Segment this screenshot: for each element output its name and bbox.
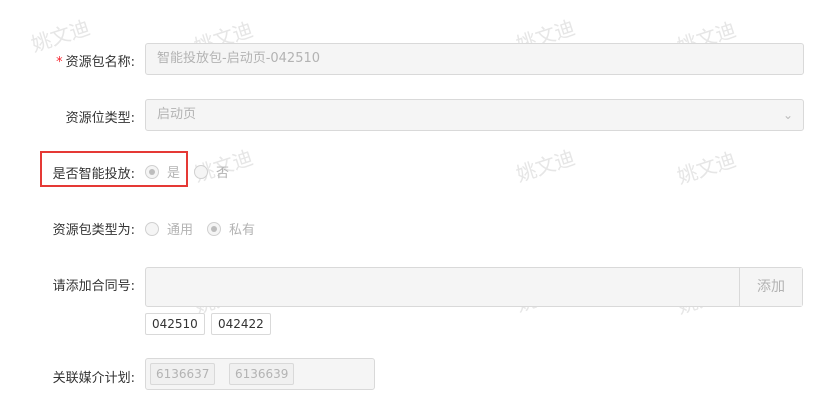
radio-unchecked-icon bbox=[145, 221, 159, 236]
package-name-value: 智能投放包-启动页-042510 bbox=[157, 51, 321, 66]
smart-delivery-radio-group: 是 否 bbox=[145, 162, 243, 181]
smart-delivery-no-radio[interactable]: 否 bbox=[194, 162, 229, 181]
slot-type-select[interactable]: 启动页 ⌄ bbox=[145, 99, 804, 131]
package-type-private-radio[interactable]: 私有 bbox=[207, 219, 255, 238]
radio-checked-icon bbox=[207, 221, 222, 236]
media-plan-tag: 6136639 bbox=[229, 363, 295, 385]
watermark: 姚文迪 bbox=[674, 147, 739, 189]
contract-tag[interactable]: 042510 bbox=[145, 313, 205, 335]
package-type-general-label: 通用 bbox=[167, 223, 194, 238]
chevron-down-icon: ⌄ bbox=[782, 108, 793, 122]
media-plan-field[interactable]: 6136637 6136639 bbox=[145, 358, 375, 390]
package-type-private-label: 私有 bbox=[229, 223, 256, 238]
add-contract-button[interactable]: 添加 bbox=[739, 268, 802, 306]
package-type-radio-group: 通用 私有 bbox=[145, 219, 269, 238]
smart-delivery-yes-radio[interactable]: 是 bbox=[145, 162, 180, 181]
slot-type-value: 启动页 bbox=[157, 107, 197, 122]
watermark: 姚文迪 bbox=[513, 145, 578, 187]
package-type-label: 资源包类型为: bbox=[52, 223, 135, 238]
media-plan-tag: 6136637 bbox=[150, 363, 216, 385]
radio-checked-icon bbox=[145, 164, 159, 179]
contract-label: 请添加合同号: bbox=[52, 279, 135, 294]
radio-unchecked-icon bbox=[194, 164, 209, 179]
media-plan-label: 关联媒介计划: bbox=[52, 371, 135, 386]
contract-tag[interactable]: 042422 bbox=[211, 313, 271, 335]
slot-type-label: 资源位类型: bbox=[65, 111, 135, 126]
package-name-input[interactable]: 智能投放包-启动页-042510 bbox=[145, 43, 804, 75]
smart-delivery-yes-label: 是 bbox=[167, 166, 181, 181]
contract-input[interactable]: 添加 bbox=[145, 267, 803, 307]
package-name-label: * 资源包名称: bbox=[56, 51, 135, 70]
smart-delivery-no-label: 否 bbox=[216, 166, 230, 181]
smart-delivery-label: 是否智能投放: bbox=[52, 167, 135, 182]
package-name-label-text: 资源包名称: bbox=[65, 55, 135, 70]
package-type-general-radio[interactable]: 通用 bbox=[145, 219, 193, 238]
required-mark: * bbox=[56, 55, 63, 70]
